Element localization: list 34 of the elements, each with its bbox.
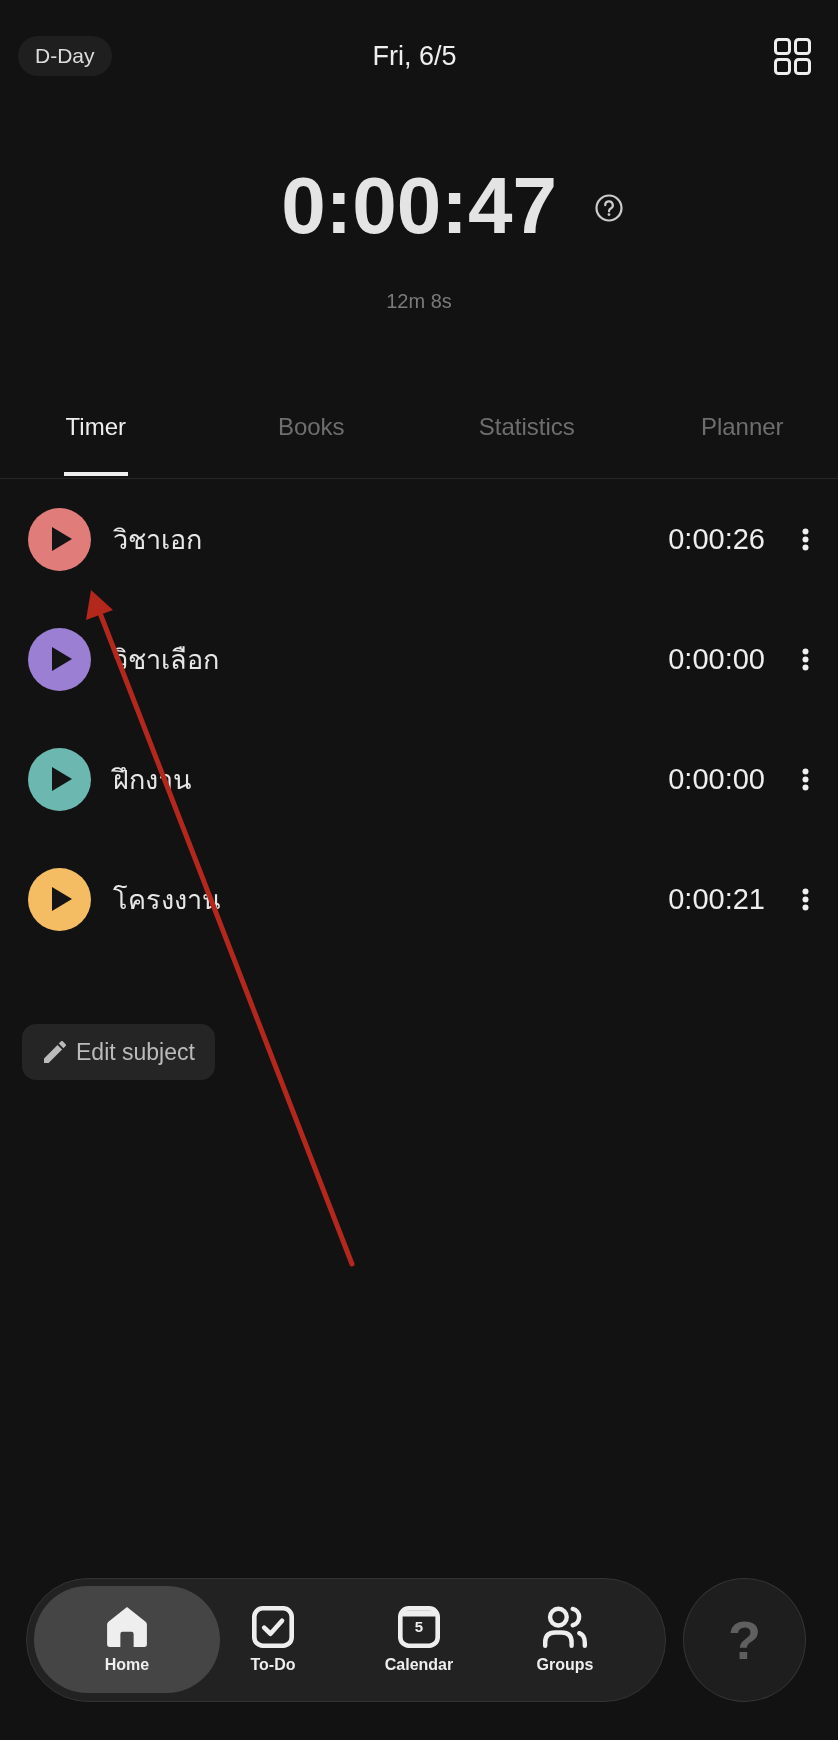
nav-tab[interactable]: Home bbox=[34, 1586, 220, 1693]
tab[interactable]: Statistics bbox=[476, 412, 577, 476]
pencil-icon bbox=[44, 1041, 66, 1063]
play-icon bbox=[52, 767, 72, 791]
subject-time: 0:00:00 bbox=[668, 762, 765, 796]
more-options-icon[interactable] bbox=[802, 767, 809, 791]
subject-name: วิชาเอก bbox=[113, 523, 203, 557]
play-icon bbox=[52, 887, 72, 911]
more-options-icon[interactable] bbox=[802, 527, 809, 551]
grid-menu-icon[interactable] bbox=[774, 37, 811, 75]
elapsed-time: 0:00:47 bbox=[281, 166, 557, 246]
subject-time: 0:00:21 bbox=[668, 882, 765, 916]
subject-time: 0:00:26 bbox=[668, 522, 765, 556]
session-time: 12m 8s bbox=[386, 289, 452, 313]
subject-time: 0:00:00 bbox=[668, 642, 765, 676]
nav-tab[interactable]: Groups bbox=[512, 1586, 618, 1693]
tab[interactable]: Planner bbox=[698, 412, 786, 476]
more-options-icon[interactable] bbox=[802, 887, 809, 911]
home-icon bbox=[107, 1605, 147, 1648]
more-options-icon[interactable] bbox=[802, 647, 809, 671]
play-icon bbox=[52, 647, 72, 671]
calendar-icon bbox=[398, 1605, 440, 1648]
d-day-button[interactable]: D-Day bbox=[18, 36, 112, 76]
play-icon bbox=[52, 527, 72, 551]
help-icon[interactable] bbox=[594, 194, 623, 222]
checkbox-icon bbox=[252, 1605, 294, 1648]
tab[interactable]: Books bbox=[275, 412, 347, 476]
date-label: Fri, 6/5 bbox=[372, 40, 457, 72]
calendar-day-number: 5 bbox=[414, 1617, 424, 1636]
edit-subject-button[interactable]: Edit subject bbox=[22, 1024, 215, 1080]
tab[interactable]: Timer bbox=[63, 412, 128, 476]
nav-tab[interactable]: To-Do bbox=[220, 1586, 326, 1693]
people-icon bbox=[543, 1605, 587, 1648]
nav-tab[interactable]: 5 Calendar bbox=[366, 1586, 472, 1693]
